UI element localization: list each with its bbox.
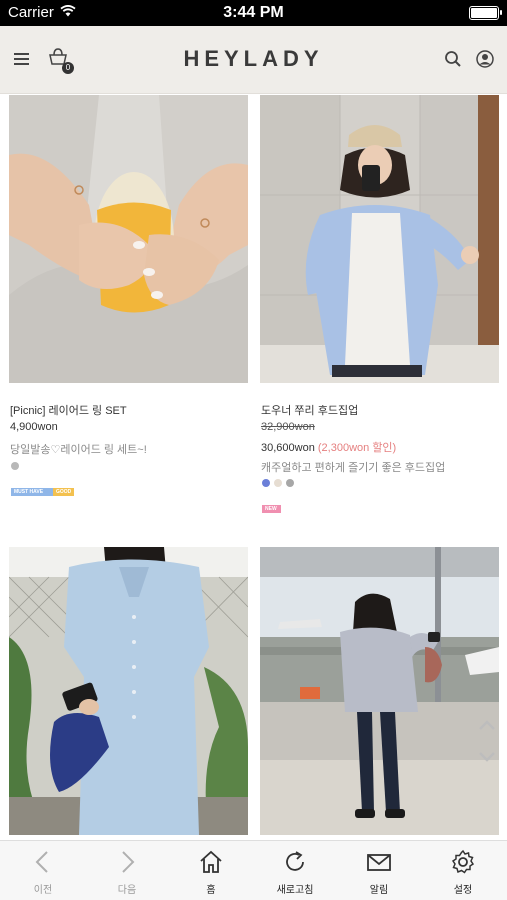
color-swatch[interactable] [11,462,19,470]
refresh-button[interactable]: 새로고침 [253,841,337,900]
app-logo[interactable]: HEYLADY [0,46,507,72]
refresh-icon [286,851,304,871]
color-swatch[interactable] [274,479,282,487]
product-description: 당일발송♡레이어드 링 세트~! [10,444,147,456]
scroll-up-icon [479,720,495,730]
scroll-arrows[interactable] [477,716,497,766]
badge-must-have: MUST HAVE [11,488,53,496]
product-price: 4,900won [10,421,58,433]
settings-button[interactable]: 설정 [421,841,505,900]
product-name[interactable]: [Picnic] 레이어드 링 SET [10,402,127,418]
app-header: 0 HEYLADY [0,26,507,94]
back-button[interactable]: 이전 [1,841,85,900]
forward-label: 다음 [117,885,137,896]
bottom-tab-bar: 이전 다음 홈 새로고침 알림 설정 [0,840,507,900]
home-icon [200,850,222,873]
settings-label: 설정 [453,885,473,896]
product-original-price: 32,900won [261,421,315,433]
notify-label: 알림 [369,885,389,896]
refresh-label: 새로고침 [276,885,314,896]
notify-button[interactable]: 알림 [337,841,421,900]
color-swatch[interactable] [286,479,294,487]
product-image[interactable] [260,95,499,383]
status-bar: Carrier 3:44 PM [0,0,507,26]
scroll-down-icon [479,752,495,762]
forward-button[interactable]: 다음 [85,841,169,900]
search-icon[interactable] [440,46,466,72]
color-swatch[interactable] [262,479,270,487]
mail-icon [367,854,391,871]
product-name[interactable]: 도우너 쭈리 후드집업 [261,402,358,418]
product-price-row: 30,600won (2,300won 할인) [261,439,396,455]
badge-new: NEW [262,505,281,513]
home-button[interactable]: 홈 [169,841,253,900]
user-icon[interactable] [472,46,498,72]
chevron-right-icon [122,851,135,873]
clock: 3:44 PM [223,4,284,21]
back-label: 이전 [33,885,53,896]
product-image[interactable] [260,547,499,835]
badge-good: GOOD [53,488,74,496]
gear-icon [451,849,475,874]
product-image[interactable] [9,547,248,835]
battery-icon [469,6,502,20]
discount-label: (2,300won 할인) [317,442,397,454]
product-price: 30,600won [261,442,315,454]
chevron-left-icon [35,851,48,873]
product-description: 캐주얼하고 편하게 즐기기 좋은 후드집업 [261,462,446,474]
home-label: 홈 [206,885,216,896]
product-image[interactable] [9,95,248,383]
